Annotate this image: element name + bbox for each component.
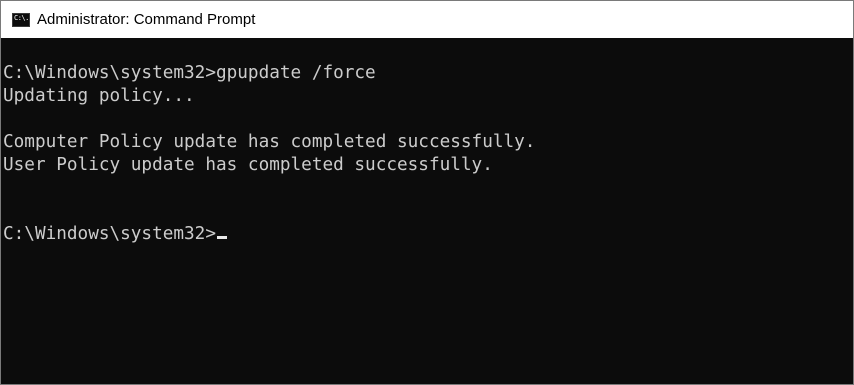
window-title: Administrator: Command Prompt bbox=[37, 11, 256, 28]
console-line: Computer Policy update has completed suc… bbox=[3, 132, 536, 152]
command-prompt: C:\Windows\system32> bbox=[3, 224, 216, 244]
console-line: User Policy update has completed success… bbox=[3, 155, 493, 175]
prompt-line[interactable]: C:\Windows\system32> bbox=[1, 223, 853, 246]
command-prompt-icon: C:\. bbox=[12, 12, 30, 27]
console-area[interactable]: C:\Windows\system32>gpupdate /force Upda… bbox=[1, 38, 853, 384]
command-prompt-window: C:\. Administrator: Command Prompt C:\Wi… bbox=[0, 0, 854, 385]
text-cursor bbox=[216, 236, 227, 239]
console-line: Updating policy... bbox=[3, 86, 195, 106]
command-prompt-icon-glyph: C:\. bbox=[14, 13, 29, 22]
console-line: C:\Windows\system32>gpupdate /force bbox=[3, 63, 376, 83]
title-bar[interactable]: C:\. Administrator: Command Prompt bbox=[1, 1, 853, 38]
